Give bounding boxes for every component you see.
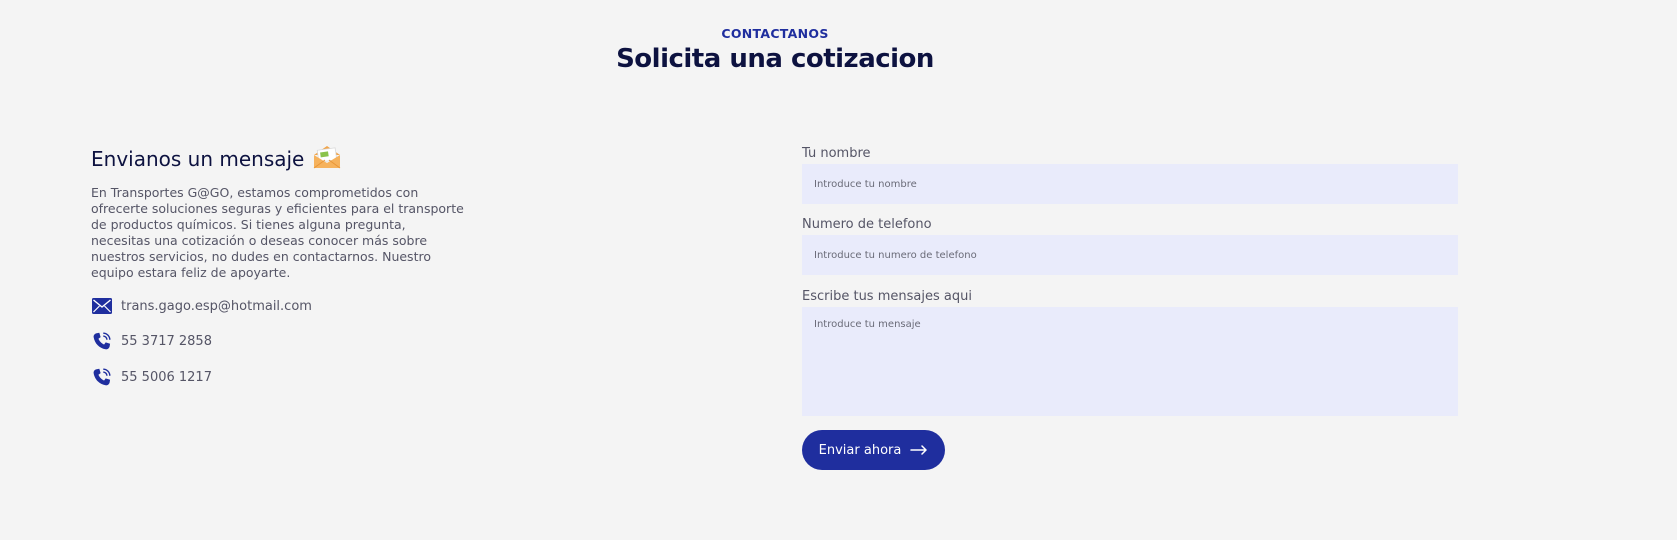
phone-label: Numero de telefono: [802, 217, 932, 232]
email-link[interactable]: trans.gago.esp@hotmail.com: [121, 299, 312, 314]
name-input[interactable]: [802, 164, 1458, 204]
envelope-open-icon: [312, 145, 342, 174]
eyebrow-label: CONTACTANOS: [721, 26, 829, 41]
send-button-label: Enviar ahora: [818, 442, 902, 458]
message-textarea[interactable]: [802, 307, 1458, 416]
phone-link-1[interactable]: 55 3717 2858: [121, 334, 212, 349]
phone-link-2[interactable]: 55 5006 1217: [121, 370, 212, 385]
message-label: Escribe tus mensajes aqui: [802, 289, 972, 304]
send-button[interactable]: Enviar ahora: [802, 430, 945, 470]
email-row: trans.gago.esp@hotmail.com: [91, 295, 481, 317]
page-title: Solicita una cotizacion: [616, 44, 934, 74]
phone-icon: [91, 367, 112, 388]
phone-row: 55 5006 1217: [91, 366, 481, 388]
mail-icon: [91, 296, 112, 317]
section-heading-text: Envianos un mensaje: [91, 147, 305, 171]
section-heading: Envianos un mensaje: [91, 143, 481, 175]
phone-row: 55 3717 2858: [91, 330, 481, 352]
name-label: Tu nombre: [802, 146, 871, 161]
section-description: En Transportes G@GO, estamos comprometid…: [91, 185, 464, 280]
phone-input[interactable]: [802, 235, 1458, 275]
phone-icon: [91, 331, 112, 352]
arrow-right-icon: [910, 445, 928, 455]
contact-form: Tu nombre Numero de telefono Escribe tus…: [802, 145, 1458, 416]
contact-info-section: Envianos un mensaje En Transportes G@GO,…: [91, 143, 481, 388]
